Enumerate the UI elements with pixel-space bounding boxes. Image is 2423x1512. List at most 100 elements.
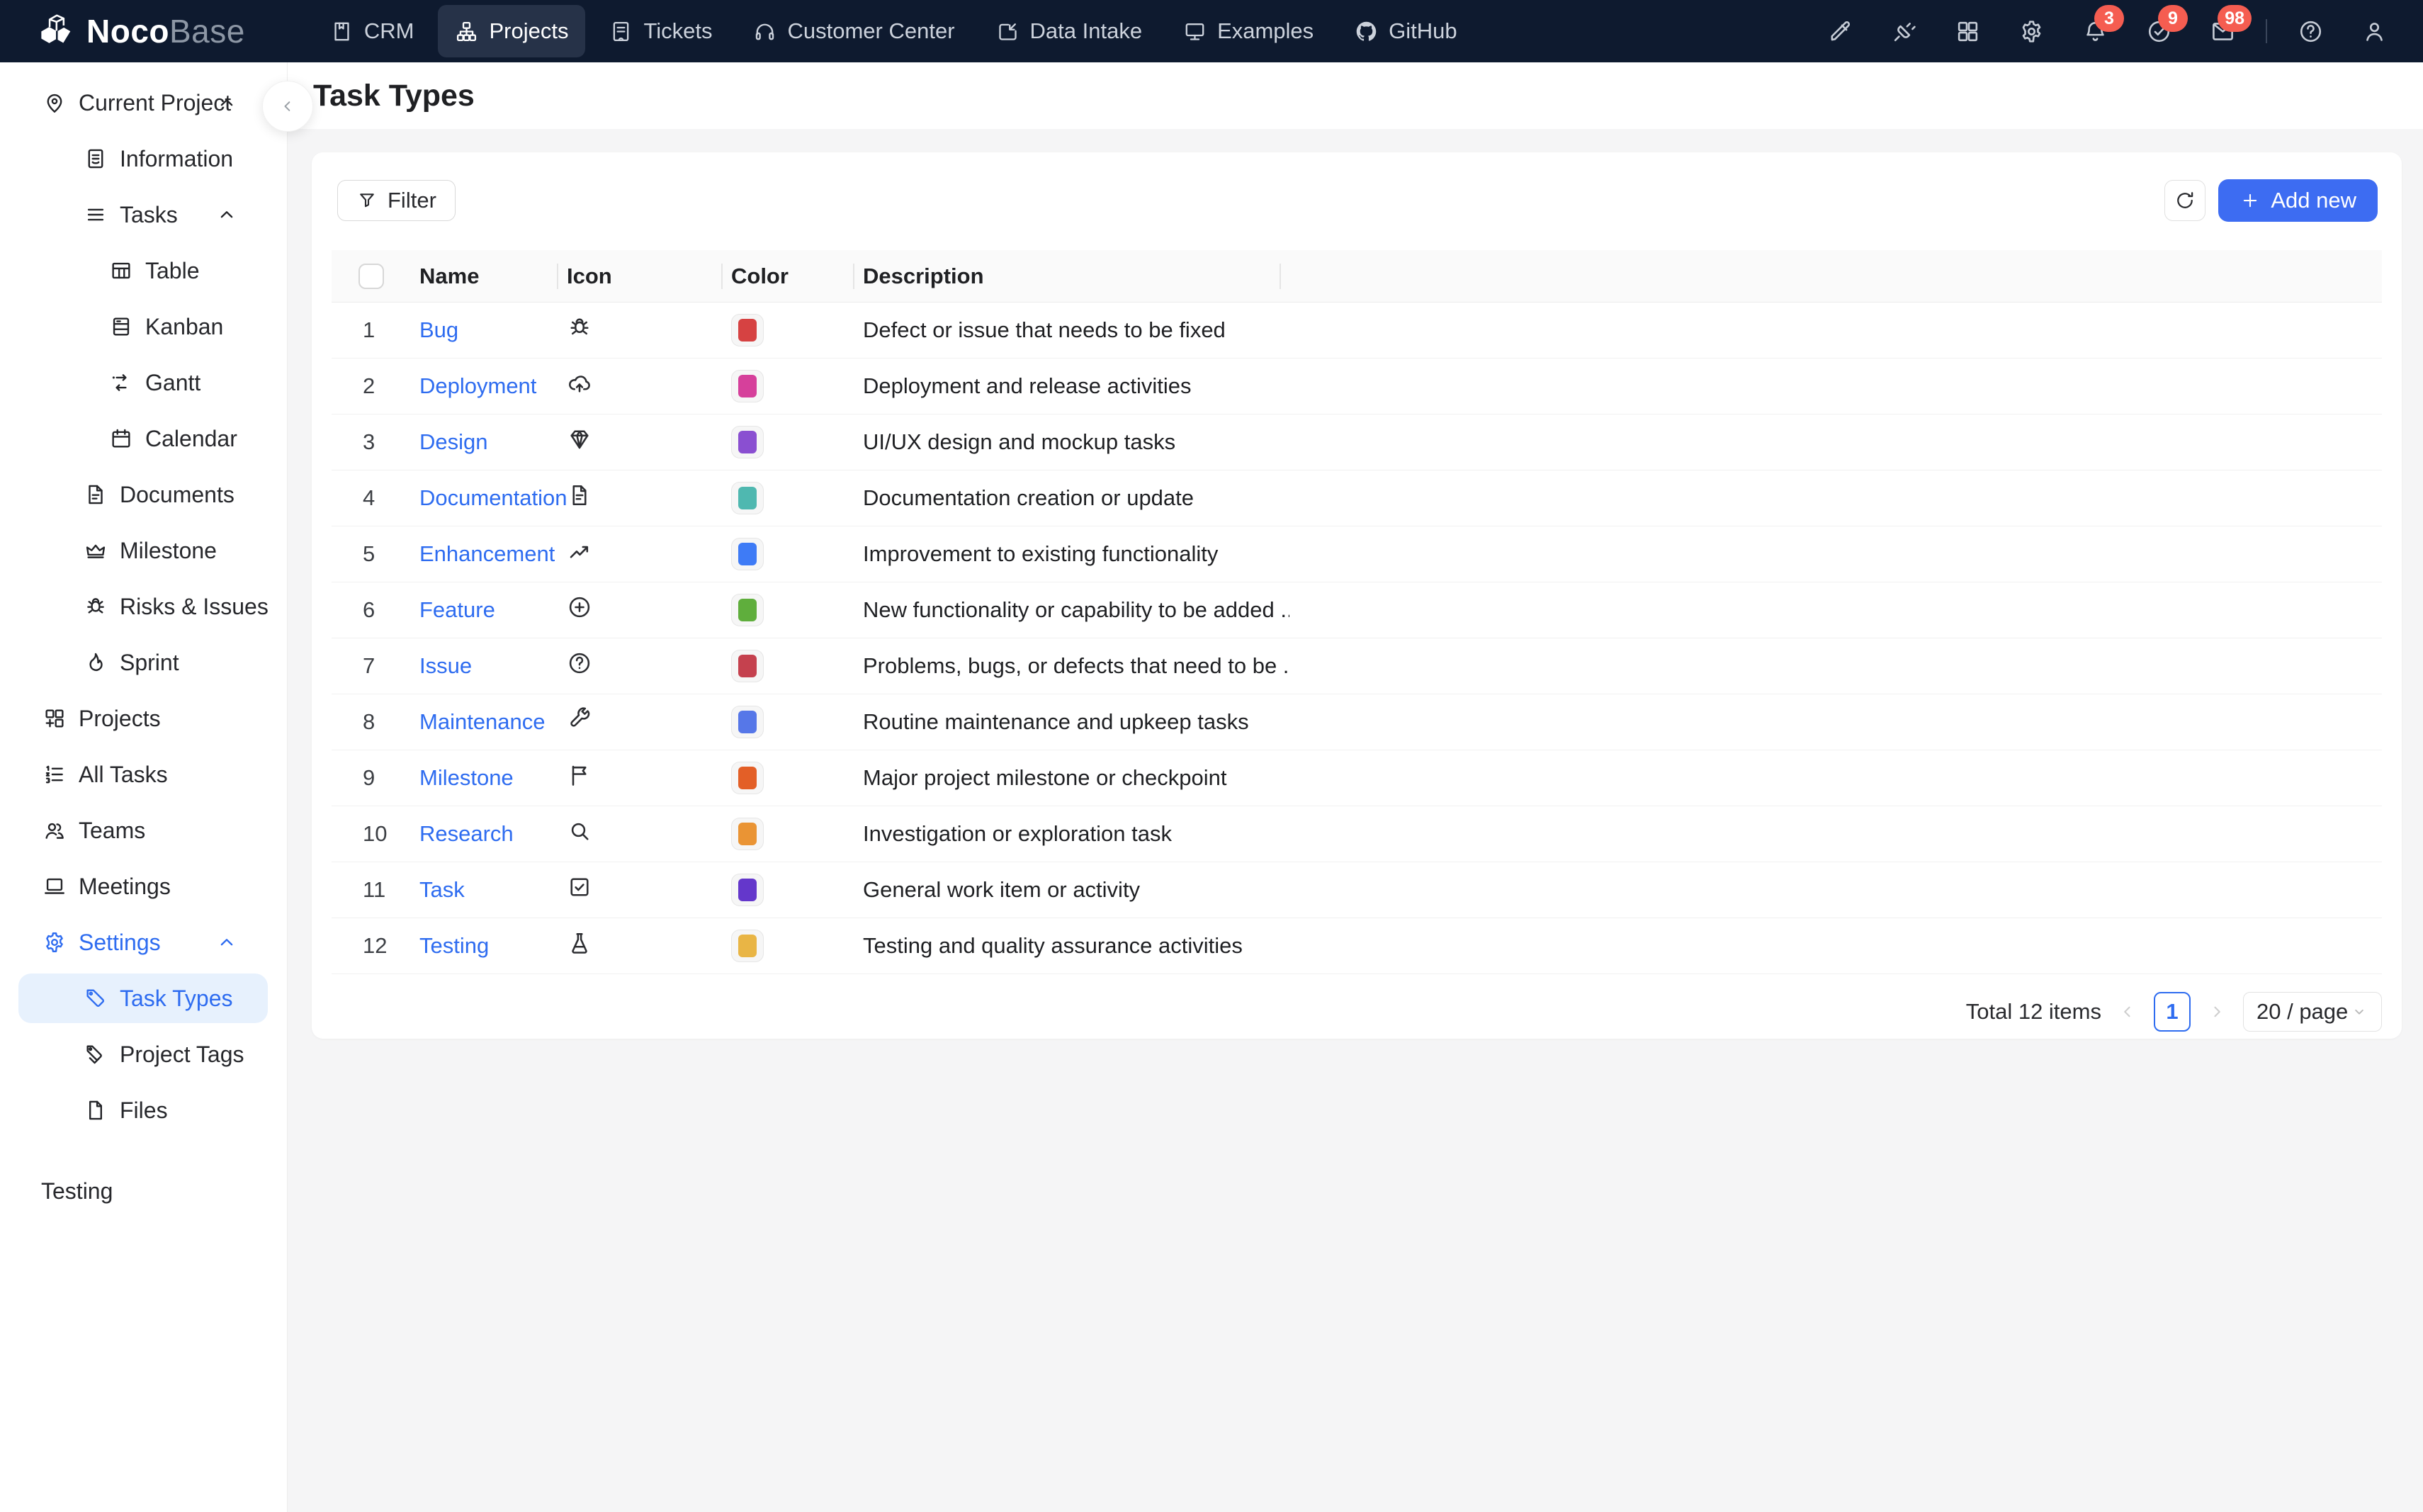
sidebar-item-task-types[interactable]: Task Types <box>18 974 268 1023</box>
task-type-link[interactable]: Issue <box>419 653 472 678</box>
task-description: Improvement to existing functionality <box>863 541 1289 567</box>
nav-item-github[interactable]: GitHub <box>1338 5 1474 57</box>
sidebar-item-documents[interactable]: Documents <box>18 470 268 519</box>
pagination-prev-button[interactable] <box>2117 1001 2138 1022</box>
sidebar-item-gantt[interactable]: Gantt <box>18 358 268 407</box>
task-types-card: Filter Add new Name Icon Color D <box>312 152 2402 1039</box>
sidebar-item-settings[interactable]: Settings <box>18 918 268 967</box>
table-row[interactable]: 10ResearchInvestigation or exploration t… <box>332 806 2382 862</box>
nav-menu: CRMProjectsTicketsCustomer CenterData In… <box>313 5 1808 57</box>
user-button[interactable] <box>2342 0 2406 62</box>
main-content: Task Types Filter Add new <box>288 62 2423 1512</box>
list-numbered-icon <box>43 762 67 786</box>
nav-item-tickets[interactable]: Tickets <box>592 5 729 57</box>
pagination-next-button[interactable] <box>2206 1001 2227 1022</box>
table-row[interactable]: 7IssueProblems, bugs, or defects that ne… <box>332 638 2382 694</box>
sidebar-item-files[interactable]: Files <box>18 1085 268 1135</box>
nocobase-logo[interactable]: NocoBase <box>0 12 245 50</box>
add-new-button[interactable]: Add new <box>2218 179 2378 222</box>
table-row[interactable]: 12TestingTesting and quality assurance a… <box>332 918 2382 974</box>
column-header-color[interactable]: Color <box>731 264 863 289</box>
sidebar-item-all-tasks[interactable]: All Tasks <box>18 750 268 799</box>
plugin-button[interactable] <box>1872 0 1936 62</box>
apps-grid-button[interactable] <box>1936 0 1999 62</box>
refresh-icon <box>2174 189 2196 212</box>
table-row[interactable]: 1BugDefect or issue that needs to be fix… <box>332 303 2382 359</box>
nav-item-examples[interactable]: Examples <box>1166 5 1331 57</box>
task-type-link[interactable]: Research <box>419 821 514 846</box>
table-row[interactable]: 4DocumentationDocumentation creation or … <box>332 470 2382 526</box>
column-header-icon[interactable]: Icon <box>567 264 731 289</box>
refresh-button[interactable] <box>2164 180 2205 221</box>
gear-icon <box>43 930 67 954</box>
apps-grid-icon <box>1955 18 1981 45</box>
file-icon <box>84 1098 108 1122</box>
table-footer: Total 12 items 1 20 / page <box>332 974 2382 1045</box>
table-row[interactable]: 8MaintenanceRoutine maintenance and upke… <box>332 694 2382 750</box>
nav-item-data-intake[interactable]: Data Intake <box>979 5 1160 57</box>
table-row[interactable]: 3DesignUI/UX design and mockup tasks <box>332 414 2382 470</box>
sidebar-item-current-project[interactable]: Current Project <box>18 78 268 128</box>
column-header-name[interactable]: Name <box>419 264 567 289</box>
kanban-icon <box>109 315 133 339</box>
nav-item-crm[interactable]: CRM <box>313 5 431 57</box>
sidebar-item-table[interactable]: Table <box>18 246 268 295</box>
task-type-link[interactable]: Deployment <box>419 373 536 398</box>
nav-item-customer-center[interactable]: Customer Center <box>736 5 971 57</box>
sidebar-item-sprint[interactable]: Sprint <box>18 638 268 687</box>
sidebar-item-calendar[interactable]: Calendar <box>18 414 268 463</box>
sidebar-item-risks-issues[interactable]: Risks & Issues <box>18 582 268 631</box>
color-swatch <box>731 874 764 906</box>
table-row[interactable]: 6FeatureNew functionality or capability … <box>332 582 2382 638</box>
page-size-select[interactable]: 20 / page <box>2243 992 2382 1032</box>
calendar-icon <box>109 427 133 451</box>
tag-icon <box>84 986 108 1010</box>
table-row[interactable]: 5EnhancementImprovement to existing func… <box>332 526 2382 582</box>
sidebar-collapse-button[interactable] <box>262 81 313 132</box>
task-type-link[interactable]: Maintenance <box>419 709 546 734</box>
notification-badge: 98 <box>2218 5 2252 32</box>
task-type-link[interactable]: Testing <box>419 933 489 958</box>
mail-button[interactable]: 98 <box>2191 0 2254 62</box>
crown-icon <box>84 538 108 563</box>
import-icon <box>996 20 1020 43</box>
task-type-link[interactable]: Documentation <box>419 485 567 510</box>
task-type-link[interactable]: Task <box>419 877 465 902</box>
column-header-description[interactable]: Description <box>863 264 1289 289</box>
sidebar-item-kanban[interactable]: Kanban <box>18 302 268 351</box>
table-toolbar: Filter Add new <box>332 152 2382 243</box>
table-row[interactable]: 2DeploymentDeployment and release activi… <box>332 359 2382 414</box>
table-row[interactable]: 9MilestoneMajor project milestone or che… <box>332 750 2382 806</box>
help-button[interactable] <box>2278 0 2342 62</box>
sidebar-item-meetings[interactable]: Meetings <box>18 862 268 911</box>
sidebar-item-project-tags[interactable]: Project Tags <box>18 1029 268 1079</box>
sidebar-item-tasks[interactable]: Tasks <box>18 190 268 239</box>
task-type-link[interactable]: Feature <box>419 597 495 622</box>
table-row[interactable]: 11TaskGeneral work item or activity <box>332 862 2382 918</box>
color-swatch <box>731 818 764 850</box>
todo-check-button[interactable]: 9 <box>2127 0 2191 62</box>
sidebar-item-milestone[interactable]: Milestone <box>18 526 268 575</box>
gear-button[interactable] <box>1999 0 2063 62</box>
laptop-icon <box>43 874 67 898</box>
chevron-left-icon <box>278 96 298 116</box>
sidebar-item-testing[interactable]: Testing <box>18 1166 268 1216</box>
gantt-icon <box>109 371 133 395</box>
nav-item-projects[interactable]: Projects <box>438 5 585 57</box>
task-type-link[interactable]: Milestone <box>419 765 514 790</box>
task-description: Problems, bugs, or defects that need to … <box>863 653 1289 679</box>
bell-button[interactable]: 3 <box>2063 0 2127 62</box>
check-square-icon <box>567 874 592 900</box>
sidebar-item-teams[interactable]: Teams <box>18 806 268 855</box>
tags-icon <box>84 1042 108 1066</box>
task-type-link[interactable]: Design <box>419 429 488 454</box>
task-type-link[interactable]: Enhancement <box>419 541 555 566</box>
design-pen-button[interactable] <box>1808 0 1872 62</box>
task-type-link[interactable]: Bug <box>419 317 458 342</box>
filter-button[interactable]: Filter <box>337 180 456 221</box>
sidebar-item-information[interactable]: Information <box>18 134 268 184</box>
color-swatch <box>731 930 764 962</box>
sidebar-item-projects[interactable]: Projects <box>18 694 268 743</box>
pagination-page-1[interactable]: 1 <box>2154 992 2191 1032</box>
select-all-checkbox[interactable] <box>358 264 384 289</box>
